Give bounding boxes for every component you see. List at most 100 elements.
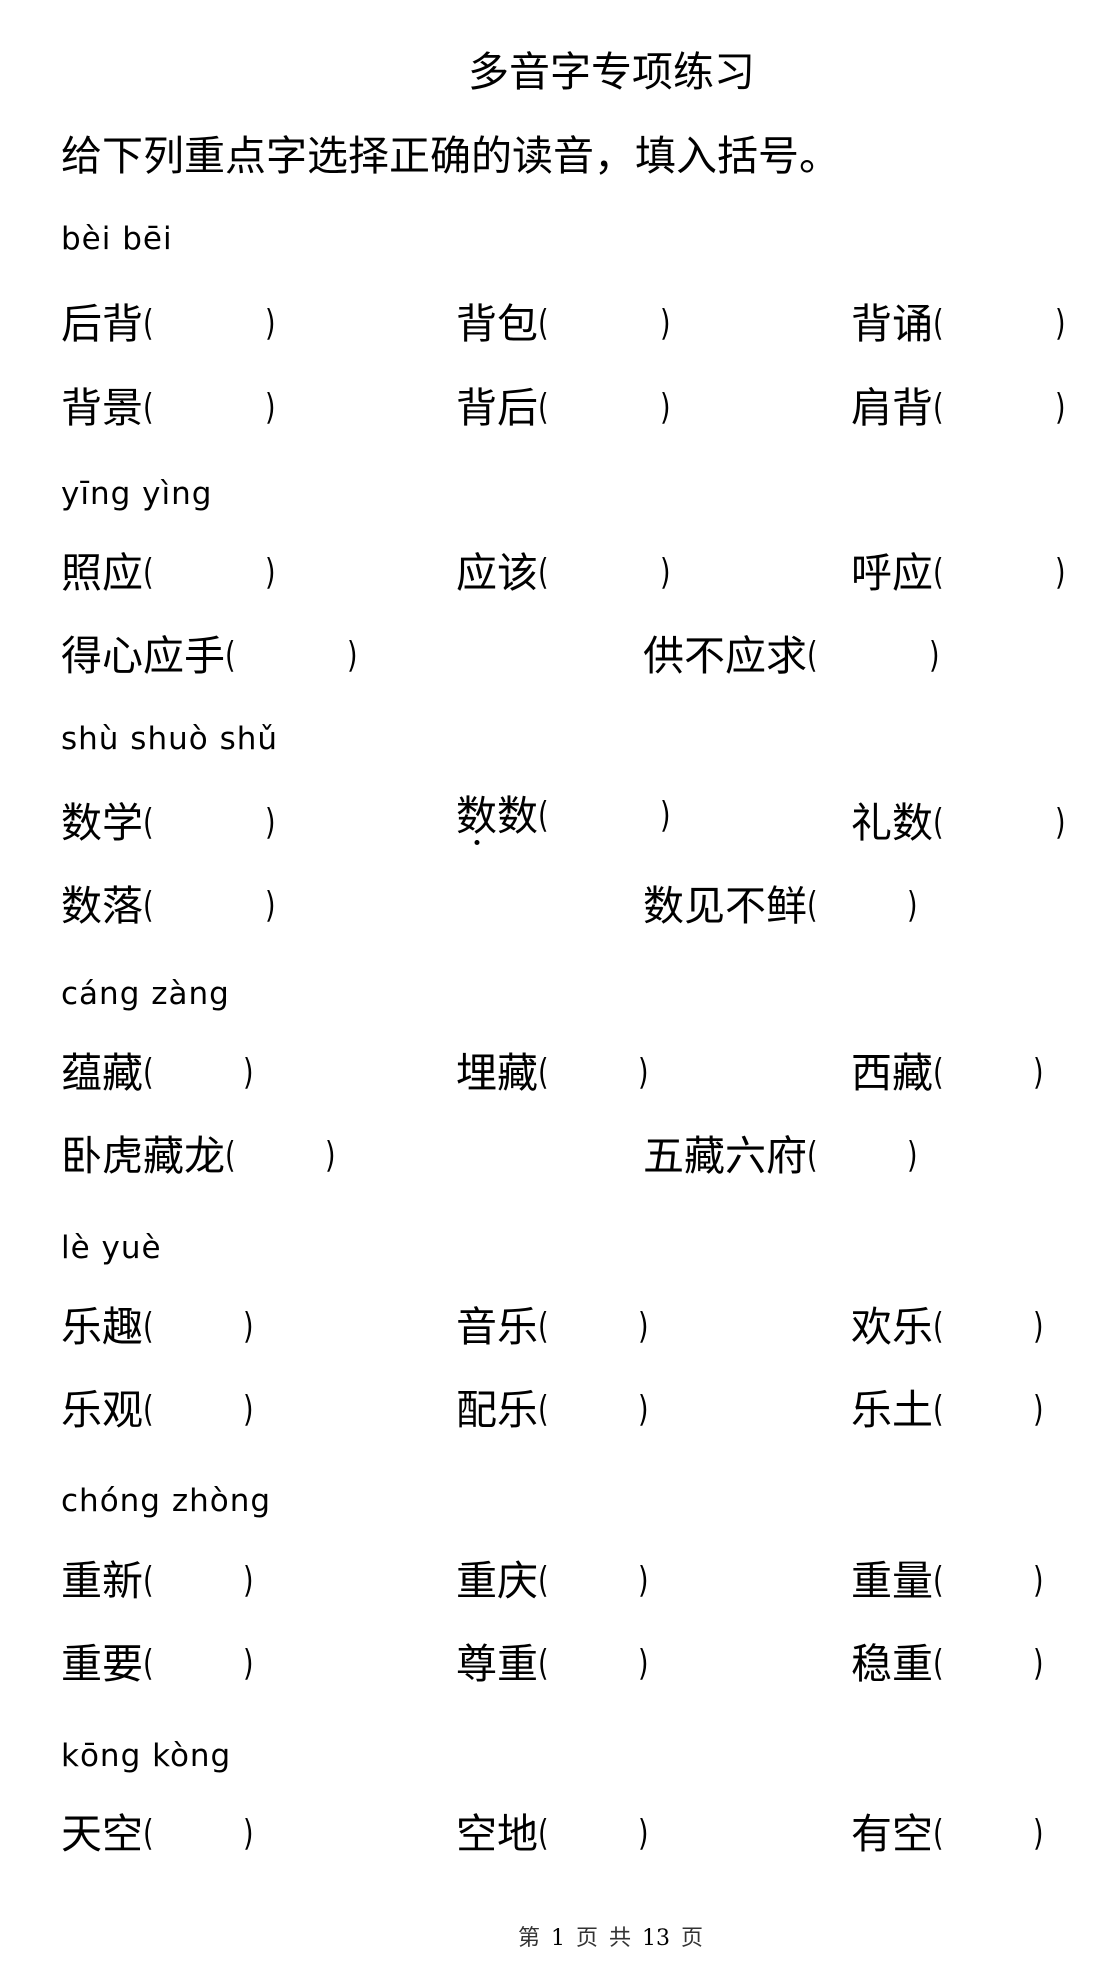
close-paren: ) — [1033, 1389, 1044, 1430]
pinyin-header: chóng zhòng — [61, 1483, 272, 1519]
open-paren: ( — [933, 1052, 944, 1093]
word: 重新 — [61, 1557, 143, 1605]
pinyin-header: yīng yìng — [61, 476, 213, 512]
footer-prefix: 第 — [518, 1926, 541, 1951]
word: 背后 — [456, 384, 538, 432]
open-paren: ( — [143, 387, 154, 428]
close-paren: ) — [1055, 802, 1066, 843]
exercise-item: 天空() — [61, 1814, 257, 1855]
close-paren: ) — [265, 885, 276, 926]
open-paren: ( — [538, 1306, 549, 1347]
exercise-item: 背后() — [456, 388, 674, 429]
open-paren: ( — [538, 303, 549, 344]
close-paren: ) — [1033, 1560, 1044, 1601]
open-paren: ( — [933, 1643, 944, 1684]
exercise-item: 重要() — [61, 1644, 257, 1685]
open-paren: ( — [538, 552, 549, 593]
word: 音乐 — [456, 1303, 538, 1351]
open-paren: ( — [538, 1389, 549, 1430]
exercise-item: 重新() — [61, 1561, 257, 1602]
pinyin-header: bèi bēi — [61, 221, 173, 257]
close-paren: ) — [907, 885, 918, 926]
open-paren: ( — [143, 303, 154, 344]
word: 背包 — [456, 300, 538, 348]
open-paren: ( — [933, 1813, 944, 1854]
word: 空地 — [456, 1810, 538, 1858]
exercise-item: 有空() — [851, 1814, 1047, 1855]
exercise-item: 乐观() — [61, 1390, 257, 1431]
close-paren: ) — [243, 1052, 254, 1093]
word: 得心应手 — [61, 632, 225, 680]
word: 供不应求 — [643, 632, 807, 680]
close-paren: ) — [243, 1560, 254, 1601]
exercise-item: 背景() — [61, 388, 279, 429]
word: 重庆 — [456, 1557, 538, 1605]
open-paren: ( — [933, 387, 944, 428]
pinyin-header: lè yuè — [61, 1230, 162, 1266]
close-paren: ) — [638, 1306, 649, 1347]
page-title: 多音字专项练习 — [468, 48, 755, 96]
open-paren: ( — [933, 552, 944, 593]
open-paren: ( — [143, 1052, 154, 1093]
word: 稳重 — [851, 1640, 933, 1688]
open-paren: ( — [143, 802, 154, 843]
close-paren: ) — [1055, 387, 1066, 428]
word: 应该 — [456, 549, 538, 597]
close-paren: ) — [638, 1643, 649, 1684]
word: 五藏六府 — [643, 1132, 807, 1180]
open-paren: ( — [143, 1306, 154, 1347]
word: 照应 — [61, 549, 143, 597]
instruction: 给下列重点字选择正确的读音，填入括号。 — [61, 132, 840, 180]
open-paren: ( — [807, 1135, 818, 1176]
exercise-item: 得心应手() — [61, 636, 361, 677]
exercise-item: 卧虎藏龙() — [61, 1136, 339, 1177]
close-paren: ) — [1033, 1052, 1044, 1093]
footer-suffix: 页 — [681, 1926, 704, 1951]
word: 背诵 — [851, 300, 933, 348]
exercise-item: 西藏() — [851, 1053, 1047, 1094]
close-paren: ) — [638, 1813, 649, 1854]
word: 有空 — [851, 1810, 933, 1858]
open-paren: ( — [538, 1560, 549, 1601]
exercise-item: 尊重() — [456, 1644, 652, 1685]
open-paren: ( — [933, 1560, 944, 1601]
close-paren: ) — [638, 1052, 649, 1093]
word: 西藏 — [851, 1049, 933, 1097]
close-paren: ) — [265, 552, 276, 593]
close-paren: ) — [929, 635, 940, 676]
exercise-item: 背包() — [456, 304, 674, 345]
word: 埋藏 — [456, 1049, 538, 1097]
exercise-item: 呼应() — [851, 553, 1069, 594]
close-paren: ) — [1055, 303, 1066, 344]
open-paren: ( — [538, 1052, 549, 1093]
close-paren: ) — [243, 1306, 254, 1347]
word: 数学 — [61, 799, 143, 847]
exercise-item: 数数() — [456, 796, 674, 837]
current-page: 1 — [551, 1926, 566, 1951]
close-paren: ) — [1055, 552, 1066, 593]
word-with-emphasis-dot: 数数 — [456, 796, 538, 837]
close-paren: ) — [325, 1135, 336, 1176]
open-paren: ( — [143, 552, 154, 593]
exercise-item: 数落() — [61, 886, 279, 927]
open-paren: ( — [538, 1813, 549, 1854]
exercise-item: 重量() — [851, 1561, 1047, 1602]
open-paren: ( — [538, 1643, 549, 1684]
open-paren: ( — [225, 635, 236, 676]
open-paren: ( — [143, 1643, 154, 1684]
exercise-item: 重庆() — [456, 1561, 652, 1602]
close-paren: ) — [660, 552, 671, 593]
pinyin-header: shù shuò shǔ — [61, 721, 279, 757]
exercise-item: 供不应求() — [643, 636, 943, 677]
exercise-item: 数见不鲜() — [643, 886, 921, 927]
exercise-item: 稳重() — [851, 1644, 1047, 1685]
close-paren: ) — [660, 303, 671, 344]
close-paren: ) — [1033, 1813, 1044, 1854]
close-paren: ) — [1033, 1306, 1044, 1347]
open-paren: ( — [933, 802, 944, 843]
open-paren: ( — [538, 387, 549, 428]
open-paren: ( — [807, 635, 818, 676]
open-paren: ( — [933, 1389, 944, 1430]
total-pages: 13 — [642, 1926, 671, 1951]
word: 天空 — [61, 1810, 143, 1858]
